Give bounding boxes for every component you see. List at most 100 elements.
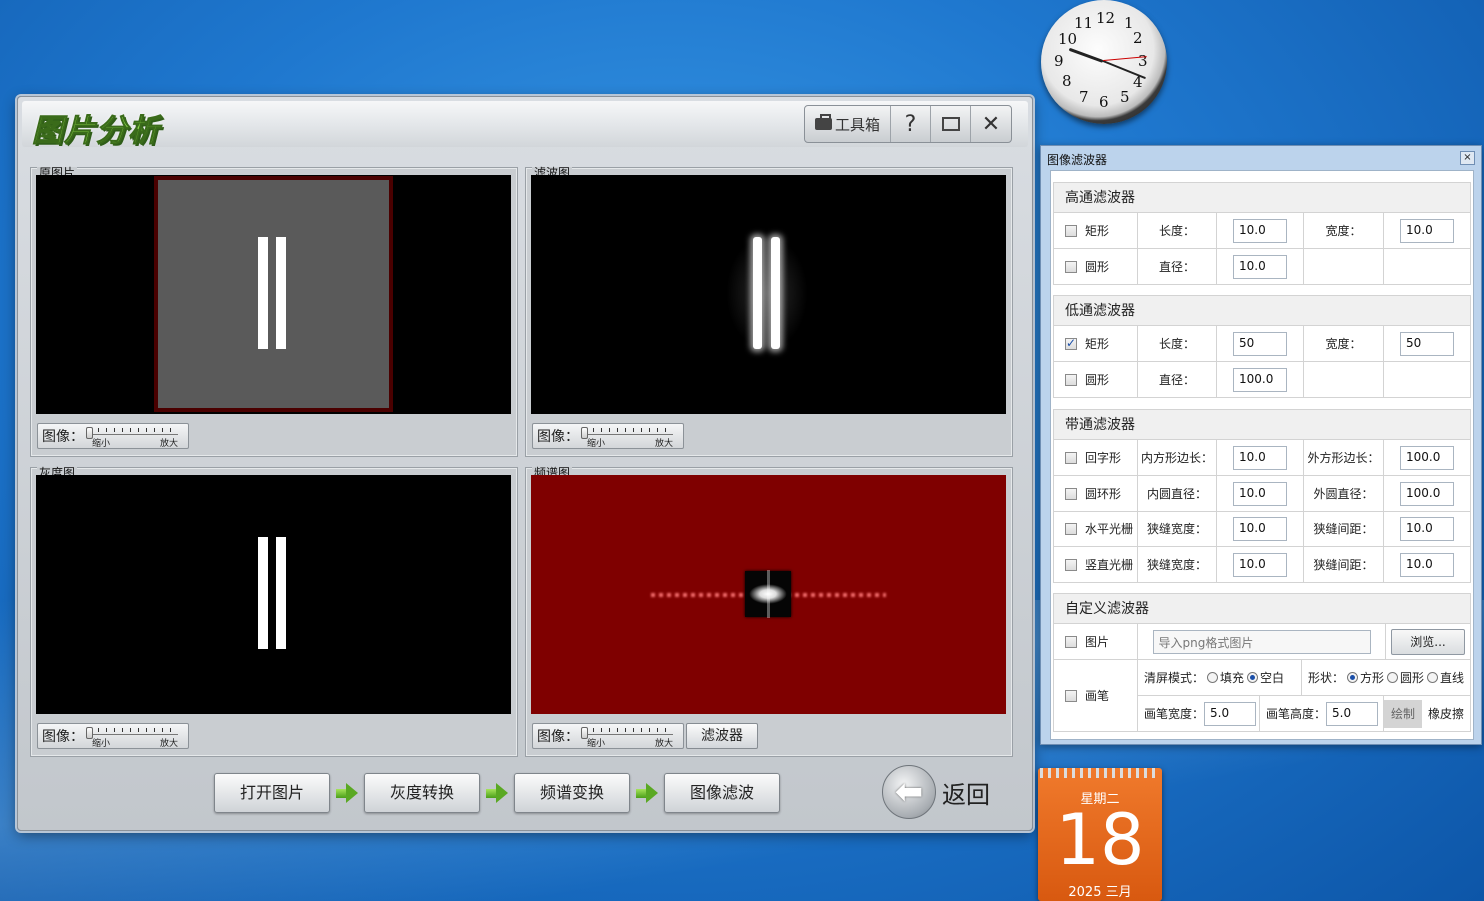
circle-radio[interactable] bbox=[1387, 672, 1399, 683]
highpass-diameter-input[interactable]: 10.0 bbox=[1233, 254, 1287, 279]
blank-radio[interactable] bbox=[1247, 672, 1259, 683]
h-slit-width-input[interactable]: 10.0 bbox=[1233, 516, 1287, 541]
vertical-grating-checkbox[interactable]: 竖直光栅 bbox=[1054, 547, 1138, 582]
slider-track bbox=[90, 434, 178, 435]
ring-checkbox[interactable]: 圆环形 bbox=[1054, 476, 1138, 511]
lowpass-rect-checkbox[interactable]: 矩形 bbox=[1054, 326, 1138, 361]
slider-ticks bbox=[585, 428, 673, 432]
zoom-slider[interactable]: 缩小 放大 bbox=[581, 725, 677, 749]
pen-checkbox[interactable]: 画笔 bbox=[1054, 660, 1138, 731]
bandpass-hui-row: 回字形 内方形边长： 10.0 外方形边长： 100.0 bbox=[1053, 440, 1471, 476]
zoom-min-label: 缩小 bbox=[92, 739, 111, 749]
zoom-control: 图像： 缩小 放大 bbox=[532, 423, 684, 449]
eraser-button[interactable]: 橡皮擦 bbox=[1424, 700, 1468, 728]
bandpass-hgrating-row: 水平光栅 狭缝宽度： 10.0 狭缝间距： 10.0 bbox=[1053, 511, 1471, 547]
outer-side-input[interactable]: 100.0 bbox=[1400, 445, 1454, 470]
toolbox-button[interactable]: 工具箱 bbox=[805, 106, 891, 142]
slit-width-label: 狭缝宽度： bbox=[1146, 522, 1207, 536]
inner-side-input[interactable]: 10.0 bbox=[1233, 445, 1287, 470]
calendar-month: 2025 三月 bbox=[1068, 885, 1132, 900]
highpass-rect-checkbox[interactable]: 矩形 bbox=[1054, 213, 1138, 248]
hui-shape-checkbox[interactable]: 回字形 bbox=[1054, 440, 1138, 475]
highpass-width-input[interactable]: 10.0 bbox=[1400, 218, 1454, 243]
line-radio[interactable] bbox=[1427, 672, 1439, 683]
open-image-button[interactable]: 打开图片 bbox=[214, 773, 330, 813]
fill-label: 填充 bbox=[1220, 671, 1245, 685]
window-controls: 工具箱 ? ✕ bbox=[804, 105, 1012, 143]
dialog-close-button[interactable]: × bbox=[1460, 151, 1475, 165]
fill-radio[interactable] bbox=[1207, 672, 1219, 683]
restore-button[interactable] bbox=[931, 106, 971, 142]
h-slit-gap-input[interactable]: 10.0 bbox=[1400, 516, 1454, 541]
spectrum-image-panel: 频谱图 图像： 缩小 放大 滤波器 bbox=[525, 467, 1013, 757]
browse-button[interactable]: 浏览... bbox=[1391, 628, 1465, 655]
diameter-label: 直径： bbox=[1158, 260, 1195, 274]
clock-number: 8 bbox=[1062, 72, 1072, 90]
highpass-header: 高通滤波器 bbox=[1053, 182, 1471, 213]
grayscale-image-panel: 灰度图 图像： 缩小 放大 bbox=[30, 467, 518, 757]
png-import-input[interactable]: 导入png格式图片 bbox=[1152, 629, 1371, 654]
outer-diameter-input[interactable]: 100.0 bbox=[1400, 481, 1454, 506]
app-title: 图片分析 bbox=[32, 113, 160, 150]
slider-ticks bbox=[90, 428, 178, 432]
back-label: 返回 bbox=[942, 780, 990, 809]
slider-track bbox=[585, 434, 673, 435]
title-bar: 图片分析 工具箱 ? ✕ bbox=[22, 101, 1028, 150]
help-button[interactable]: ? bbox=[891, 106, 931, 142]
image-filter-button[interactable]: 图像滤波 bbox=[664, 773, 780, 813]
lowpass-width-input[interactable]: 50 bbox=[1400, 331, 1454, 356]
slider-ticks bbox=[585, 728, 673, 732]
horizontal-grating-checkbox[interactable]: 水平光栅 bbox=[1054, 511, 1138, 546]
spectrum-transform-button[interactable]: 频谱变换 bbox=[514, 773, 630, 813]
v-slit-width-input[interactable]: 10.0 bbox=[1233, 552, 1287, 577]
lowpass-circle-checkbox[interactable]: 圆形 bbox=[1054, 362, 1138, 397]
toolbox-icon bbox=[814, 114, 832, 130]
filtered-slit-bar bbox=[753, 237, 762, 349]
clock-number: 7 bbox=[1079, 88, 1089, 106]
slit-width-label: 狭缝宽度： bbox=[1146, 558, 1207, 572]
bandpass-header: 带通滤波器 bbox=[1053, 409, 1471, 440]
filter-halo bbox=[726, 235, 808, 351]
zoom-slider[interactable]: 缩小 放大 bbox=[86, 425, 182, 449]
back-button[interactable]: ⬅ 返回 bbox=[882, 765, 990, 819]
v-slit-gap-input[interactable]: 10.0 bbox=[1400, 552, 1454, 577]
zoom-control: 图像： 缩小 放大 bbox=[37, 423, 189, 449]
slit-bar bbox=[258, 537, 268, 649]
zoom-min-label: 缩小 bbox=[587, 439, 606, 449]
original-image-canvas bbox=[154, 176, 393, 412]
outer-side-label: 外方形边长： bbox=[1307, 451, 1380, 465]
lowpass-length-input[interactable]: 50 bbox=[1233, 331, 1287, 356]
inner-diameter-input[interactable]: 10.0 bbox=[1233, 481, 1287, 506]
zoom-slider[interactable]: 缩小 放大 bbox=[581, 425, 677, 449]
pen-options: 清屏模式： 填充 空白 形状： 方形 圆形 直线 bbox=[1138, 660, 1470, 696]
highpass-length-input[interactable]: 10.0 bbox=[1233, 218, 1287, 243]
arrow-right-icon bbox=[330, 773, 364, 813]
close-button[interactable]: ✕ bbox=[971, 106, 1011, 142]
zoom-slider[interactable]: 缩小 放大 bbox=[86, 725, 182, 749]
arrow-right-icon bbox=[480, 773, 514, 813]
clock-number: 2 bbox=[1133, 29, 1143, 47]
inner-diameter-label: 内圆直径： bbox=[1146, 487, 1207, 501]
custom-image-checkbox[interactable]: 图片 bbox=[1054, 624, 1138, 659]
clock-number: 5 bbox=[1120, 88, 1130, 106]
custom-pen-row: 画笔 清屏模式： 填充 空白 形状： 方形 圆形 直线 画笔宽度： 5.0 画笔… bbox=[1053, 660, 1471, 732]
lowpass-diameter-input[interactable]: 100.0 bbox=[1233, 367, 1287, 392]
slider-track bbox=[90, 734, 178, 735]
highpass-circle-checkbox[interactable]: 圆形 bbox=[1054, 249, 1138, 284]
calendar-day: 18 bbox=[1055, 799, 1145, 881]
zoom-max-label: 放大 bbox=[159, 739, 178, 749]
grayscale-convert-button[interactable]: 灰度转换 bbox=[364, 773, 480, 813]
square-radio[interactable] bbox=[1347, 672, 1359, 683]
clock-number: 11 bbox=[1074, 14, 1094, 32]
zoom-label: 图像： bbox=[537, 429, 579, 445]
spectrum-filter-button[interactable]: 滤波器 bbox=[686, 723, 758, 749]
zoom-max-label: 放大 bbox=[159, 439, 178, 449]
line-label: 直线 bbox=[1440, 671, 1465, 685]
highpass-rect-row: 矩形 长度： 10.0 宽度： 10.0 bbox=[1053, 213, 1471, 249]
length-label: 长度： bbox=[1158, 224, 1195, 238]
workflow-bar: 打开图片 灰度转换 频谱变换 图像滤波 bbox=[214, 773, 780, 813]
pen-width-input[interactable]: 5.0 bbox=[1204, 701, 1257, 726]
blank-label: 空白 bbox=[1260, 671, 1285, 685]
draw-button[interactable]: 绘制 bbox=[1384, 700, 1422, 728]
pen-height-input[interactable]: 5.0 bbox=[1326, 701, 1379, 726]
